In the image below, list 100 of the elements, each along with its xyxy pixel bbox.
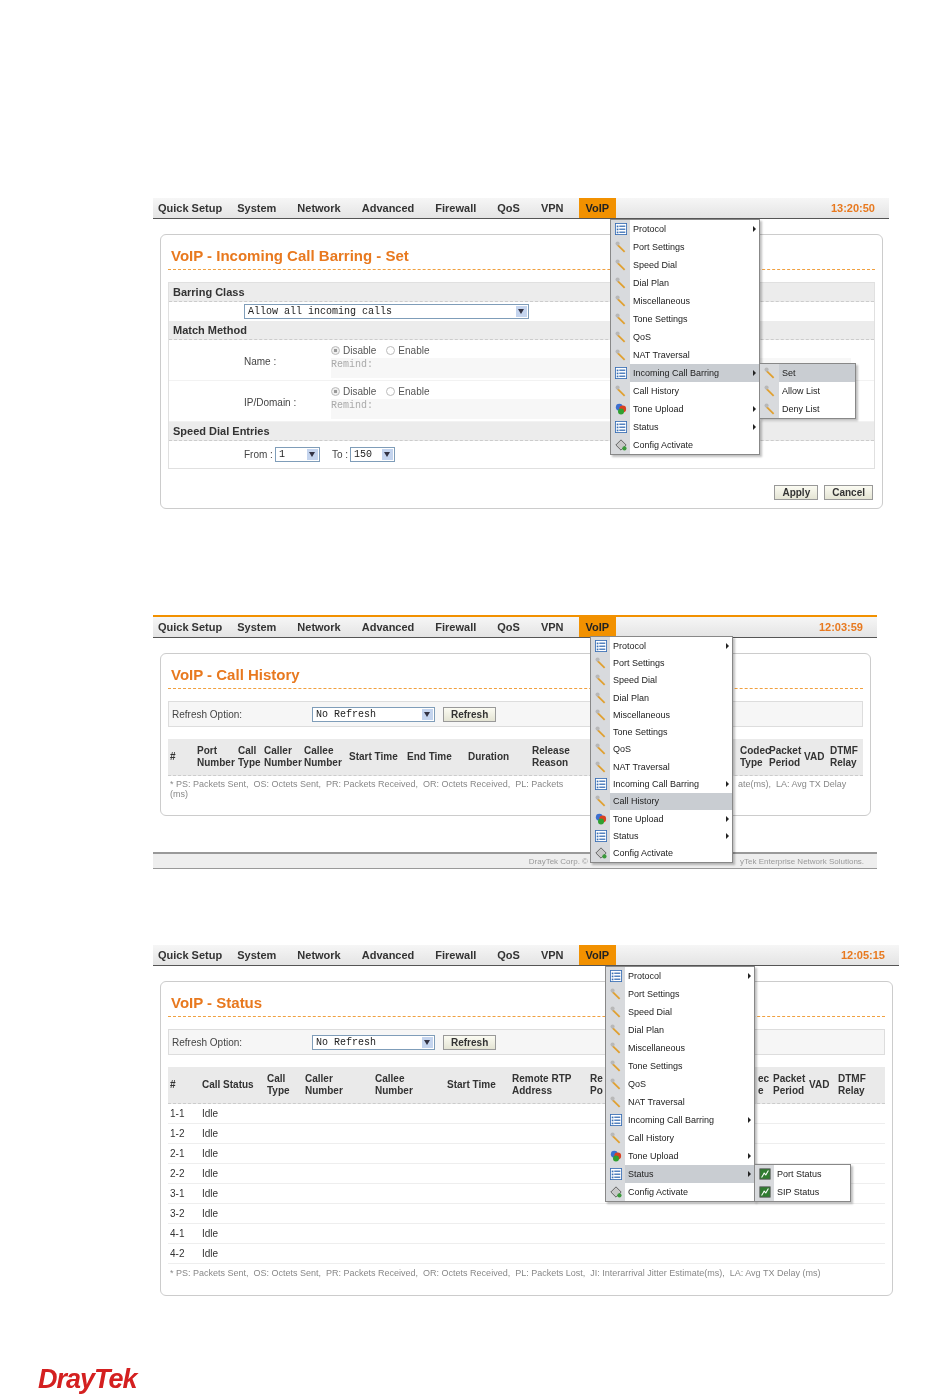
select-field[interactable]: Allow all incoming calls — [244, 304, 529, 319]
table-cell-text: Idle — [201, 1148, 219, 1159]
wrench-icon — [609, 1024, 622, 1036]
wrench-icon — [609, 1078, 622, 1090]
wrench-icon — [609, 1006, 622, 1018]
column-header: VAD — [803, 751, 826, 763]
menu-item[interactable]: Config Activate — [611, 436, 759, 454]
nav-tab[interactable]: VoIP — [578, 617, 617, 637]
nav-tab[interactable]: Network — [291, 945, 347, 965]
menu-item[interactable]: Incoming Call Barring — [606, 1111, 754, 1129]
menu-item[interactable]: QoS — [606, 1075, 754, 1093]
menu-item[interactable]: QoS — [611, 328, 759, 346]
refresh-button[interactable]: Refresh — [443, 706, 497, 722]
menu-item[interactable]: Dial Plan — [606, 1021, 754, 1039]
menu-item[interactable]: Tone Upload — [611, 400, 759, 418]
menu-item[interactable]: Tone Upload — [591, 809, 732, 828]
menu-item[interactable]: Protocol — [606, 967, 754, 985]
nav-tab[interactable]: VoIP — [578, 945, 617, 965]
nav-tab[interactable]: QoS — [491, 945, 526, 965]
footnote: (ms) — [169, 789, 189, 799]
footnote: * PS: Packets Sent, OS: Octets Sent, PR: Packets Received, OR: Octets Received, PL: Packets Lost, JI: Interarrival Jitter Estimate(ms), LA: Avg TX Delay (ms) — [169, 1267, 822, 1280]
menu-item[interactable]: Call History — [591, 792, 732, 810]
menu-item[interactable]: NAT Traversal — [606, 1093, 754, 1111]
menu-item[interactable]: Config Activate — [606, 1183, 754, 1201]
list-icon — [614, 223, 627, 235]
select-field[interactable]: No Refresh — [312, 706, 435, 722]
menu-item[interactable]: Port Settings — [611, 238, 759, 256]
menu-item[interactable]: Tone Settings — [591, 723, 732, 741]
nav-tab[interactable]: Quick Setup — [153, 617, 229, 637]
menu-item[interactable]: Set — [760, 364, 855, 382]
nav-tab[interactable]: VoIP — [578, 198, 617, 218]
nav-tab[interactable]: VPN — [534, 198, 570, 218]
menu-item[interactable]: Port Status — [755, 1165, 850, 1183]
menu-item[interactable]: SIP Status — [755, 1183, 850, 1201]
radio-option[interactable]: Enable — [386, 386, 430, 397]
column-header: End Time — [406, 751, 453, 763]
radio-option[interactable]: Disable — [331, 345, 377, 356]
nav-tab[interactable]: QoS — [491, 617, 526, 637]
menu-item[interactable]: Tone Settings — [606, 1057, 754, 1075]
menu-item[interactable]: Config Activate — [591, 844, 732, 862]
nav-tab[interactable]: QoS — [491, 198, 526, 218]
apply-button[interactable]: Apply — [774, 485, 819, 500]
nav-tab[interactable]: Network — [291, 198, 347, 218]
radio-option[interactable]: Disable — [331, 386, 377, 397]
menu-item[interactable]: Protocol — [591, 637, 732, 655]
nav-tab[interactable]: VPN — [534, 945, 570, 965]
nav-tab[interactable]: Advanced — [355, 617, 421, 637]
column-header: Re Po — [589, 1073, 604, 1097]
nav-tab[interactable]: System — [231, 945, 283, 965]
nav-tab[interactable]: System — [231, 617, 283, 637]
menu-item[interactable]: Port Settings — [591, 654, 732, 672]
nav-tab[interactable]: Advanced — [355, 945, 421, 965]
table-cell-text: Idle — [201, 1208, 219, 1219]
menu-item[interactable]: Protocol — [611, 220, 759, 238]
menu-item[interactable]: Call History — [606, 1129, 754, 1147]
nav-tab[interactable]: Firewall — [429, 198, 483, 218]
nav-tab[interactable]: System — [231, 198, 283, 218]
wrench-icon — [594, 674, 607, 687]
menu-item[interactable]: Status — [591, 827, 732, 845]
menu-item[interactable]: Tone Settings — [611, 310, 759, 328]
select-field[interactable]: 1 — [274, 447, 320, 462]
nav-tab[interactable]: Quick Setup — [153, 198, 229, 218]
field-label: To : — [331, 449, 348, 460]
select-field[interactable]: 150 — [350, 447, 395, 462]
menu-item[interactable]: Incoming Call Barring — [591, 775, 732, 793]
menu-item[interactable]: Dial Plan — [611, 274, 759, 292]
menu-item[interactable]: QoS — [591, 740, 732, 759]
menu-item[interactable]: Port Settings — [606, 985, 754, 1003]
menu-item[interactable]: NAT Traversal — [591, 758, 732, 776]
radio-option[interactable]: Enable — [386, 345, 430, 356]
cancel-button[interactable]: Cancel — [824, 485, 873, 500]
menu-item[interactable]: Dial Plan — [591, 688, 732, 707]
table-cell-text: Idle — [201, 1168, 219, 1179]
wrench-icon — [763, 403, 776, 415]
wrench-icon — [594, 656, 607, 669]
menu-item[interactable]: Miscellaneous — [591, 706, 732, 724]
menu-item[interactable]: Miscellaneous — [611, 292, 759, 310]
section-title: Match Method — [173, 324, 247, 336]
select-field[interactable]: No Refresh — [312, 1034, 435, 1050]
menu-item[interactable]: Miscellaneous — [606, 1039, 754, 1057]
menu-item[interactable]: Status — [611, 418, 759, 436]
chart-icon — [758, 1168, 771, 1180]
table-cell-text: 2-2 — [169, 1168, 186, 1179]
nav-tab[interactable]: VPN — [534, 617, 570, 637]
table-cell-text: Idle — [201, 1128, 219, 1139]
wrench-icon — [594, 760, 607, 773]
menu-item[interactable]: Allow List — [760, 382, 855, 400]
menu-item[interactable]: Speed Dial — [591, 671, 732, 689]
nav-tab[interactable]: Advanced — [355, 198, 421, 218]
nav-tab[interactable]: Firewall — [429, 617, 483, 637]
field-label: From : — [244, 449, 273, 460]
nav-tab[interactable]: Quick Setup — [153, 945, 229, 965]
refresh-button[interactable]: Refresh — [443, 1034, 497, 1050]
menu-item[interactable]: Tone Upload — [606, 1147, 754, 1165]
brand-logo: DrayTek — [38, 1364, 137, 1395]
list-icon — [609, 1168, 622, 1180]
nav-tab[interactable]: Firewall — [429, 945, 483, 965]
nav-tab[interactable]: Network — [291, 617, 347, 637]
list-icon — [594, 639, 607, 652]
menu-item[interactable]: Call History — [611, 382, 759, 400]
